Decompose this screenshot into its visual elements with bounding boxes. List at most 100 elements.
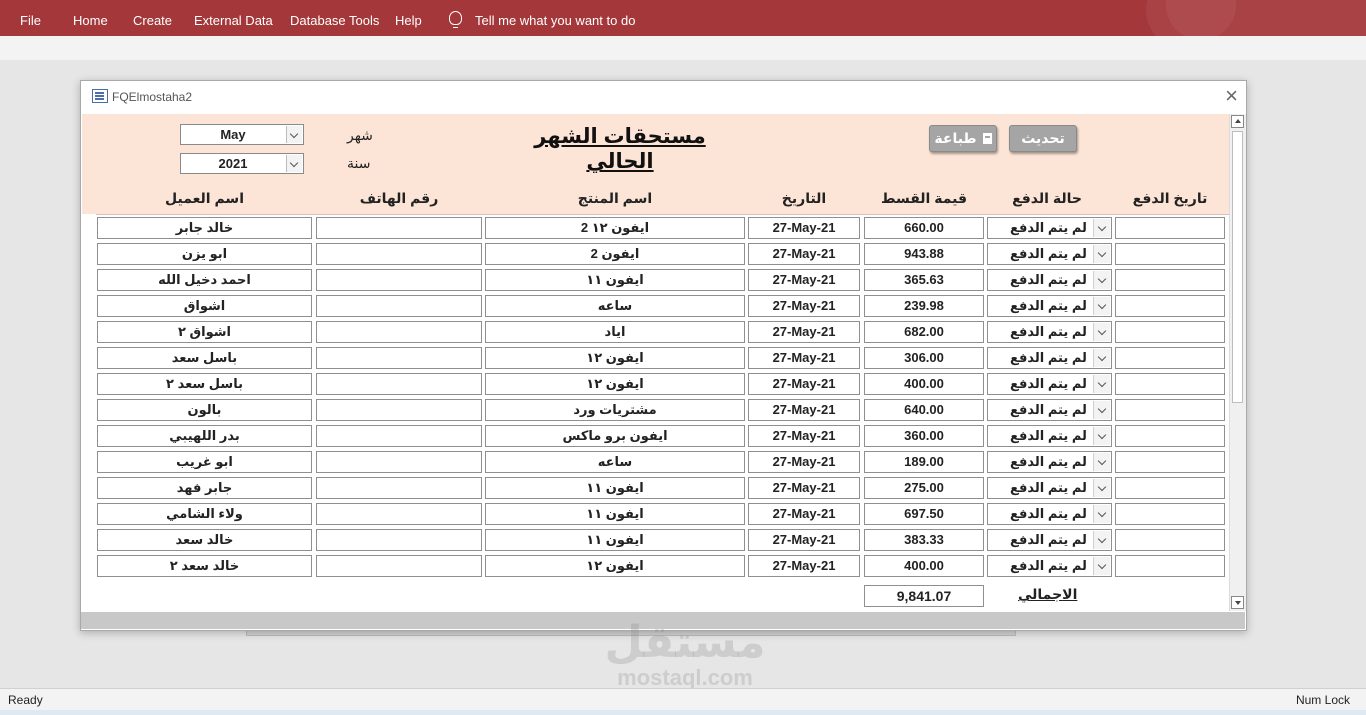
- tab-external-data[interactable]: External Data: [194, 13, 273, 28]
- phone-field[interactable]: [316, 529, 482, 551]
- payment-date-field[interactable]: [1115, 425, 1225, 447]
- product-field[interactable]: 2 ايفون: [485, 243, 745, 265]
- scroll-up-icon[interactable]: [1231, 115, 1244, 128]
- installment-field[interactable]: 383.33: [864, 529, 984, 551]
- customer-field[interactable]: احمد دخيل الله: [97, 269, 312, 291]
- installment-field[interactable]: 275.00: [864, 477, 984, 499]
- installment-field[interactable]: 660.00: [864, 217, 984, 239]
- chevron-down-icon[interactable]: [1093, 271, 1110, 289]
- installment-field[interactable]: 360.00: [864, 425, 984, 447]
- date-field[interactable]: 27-May-21: [748, 295, 860, 317]
- payment-status-combo[interactable]: لم يتم الدفع: [987, 321, 1112, 343]
- payment-date-field[interactable]: [1115, 321, 1225, 343]
- chevron-down-icon[interactable]: [286, 126, 302, 143]
- date-field[interactable]: 27-May-21: [748, 243, 860, 265]
- scroll-down-icon[interactable]: [1231, 596, 1244, 609]
- customer-field[interactable]: بالون: [97, 399, 312, 421]
- chevron-down-icon[interactable]: [1093, 375, 1110, 393]
- installment-field[interactable]: 682.00: [864, 321, 984, 343]
- customer-field[interactable]: باسل سعد: [97, 347, 312, 369]
- date-field[interactable]: 27-May-21: [748, 347, 860, 369]
- chevron-down-icon[interactable]: [1093, 401, 1110, 419]
- payment-status-combo[interactable]: لم يتم الدفع: [987, 399, 1112, 421]
- customer-field[interactable]: خالد جابر: [97, 217, 312, 239]
- date-field[interactable]: 27-May-21: [748, 477, 860, 499]
- payment-status-combo[interactable]: لم يتم الدفع: [987, 217, 1112, 239]
- product-field[interactable]: ايفون ١١: [485, 477, 745, 499]
- installment-field[interactable]: 365.63: [864, 269, 984, 291]
- payment-date-field[interactable]: [1115, 347, 1225, 369]
- date-field[interactable]: 27-May-21: [748, 373, 860, 395]
- payment-status-combo[interactable]: لم يتم الدفع: [987, 503, 1112, 525]
- product-field[interactable]: ايفون ١٢: [485, 347, 745, 369]
- date-field[interactable]: 27-May-21: [748, 425, 860, 447]
- payment-date-field[interactable]: [1115, 295, 1225, 317]
- customer-field[interactable]: جابر فهد: [97, 477, 312, 499]
- phone-field[interactable]: [316, 321, 482, 343]
- installment-field[interactable]: 400.00: [864, 373, 984, 395]
- date-field[interactable]: 27-May-21: [748, 503, 860, 525]
- year-combo[interactable]: 2021: [180, 153, 304, 174]
- product-field[interactable]: 2 ايفون ١٢: [485, 217, 745, 239]
- product-field[interactable]: ايفون ١١: [485, 503, 745, 525]
- payment-date-field[interactable]: [1115, 399, 1225, 421]
- date-field[interactable]: 27-May-21: [748, 217, 860, 239]
- chevron-down-icon[interactable]: [1093, 505, 1110, 523]
- payment-status-combo[interactable]: لم يتم الدفع: [987, 425, 1112, 447]
- phone-field[interactable]: [316, 373, 482, 395]
- phone-field[interactable]: [316, 269, 482, 291]
- customer-field[interactable]: ابو غريب: [97, 451, 312, 473]
- payment-status-combo[interactable]: لم يتم الدفع: [987, 529, 1112, 551]
- payment-status-combo[interactable]: لم يتم الدفع: [987, 373, 1112, 395]
- installment-field[interactable]: 697.50: [864, 503, 984, 525]
- refresh-button[interactable]: تحديث: [1009, 125, 1077, 152]
- customer-field[interactable]: خالد سعد ٢: [97, 555, 312, 577]
- product-field[interactable]: اياد: [485, 321, 745, 343]
- date-field[interactable]: 27-May-21: [748, 555, 860, 577]
- product-field[interactable]: ايفون ١١: [485, 529, 745, 551]
- product-field[interactable]: ايفون ١٢: [485, 555, 745, 577]
- tab-file[interactable]: File: [20, 13, 41, 28]
- phone-field[interactable]: [316, 295, 482, 317]
- customer-field[interactable]: بدر اللهيبي: [97, 425, 312, 447]
- customer-field[interactable]: اشواق: [97, 295, 312, 317]
- payment-date-field[interactable]: [1115, 269, 1225, 291]
- payment-date-field[interactable]: [1115, 503, 1225, 525]
- scrollbar-thumb[interactable]: [1232, 131, 1243, 403]
- phone-field[interactable]: [316, 425, 482, 447]
- installment-field[interactable]: 189.00: [864, 451, 984, 473]
- customer-field[interactable]: ابو يزن: [97, 243, 312, 265]
- date-field[interactable]: 27-May-21: [748, 529, 860, 551]
- installment-field[interactable]: 640.00: [864, 399, 984, 421]
- installment-field[interactable]: 400.00: [864, 555, 984, 577]
- chevron-down-icon[interactable]: [1093, 323, 1110, 341]
- payment-date-field[interactable]: [1115, 529, 1225, 551]
- product-field[interactable]: ساعه: [485, 295, 745, 317]
- date-field[interactable]: 27-May-21: [748, 269, 860, 291]
- product-field[interactable]: ساعه: [485, 451, 745, 473]
- date-field[interactable]: 27-May-21: [748, 451, 860, 473]
- chevron-down-icon[interactable]: [1093, 297, 1110, 315]
- chevron-down-icon[interactable]: [1093, 427, 1110, 445]
- payment-date-field[interactable]: [1115, 477, 1225, 499]
- payment-status-combo[interactable]: لم يتم الدفع: [987, 295, 1112, 317]
- phone-field[interactable]: [316, 451, 482, 473]
- product-field[interactable]: ايفون برو ماكس: [485, 425, 745, 447]
- customer-field[interactable]: اشواق ٢: [97, 321, 312, 343]
- date-field[interactable]: 27-May-21: [748, 321, 860, 343]
- vertical-scrollbar[interactable]: [1229, 114, 1246, 611]
- phone-field[interactable]: [316, 503, 482, 525]
- tab-database-tools[interactable]: Database Tools: [290, 13, 379, 28]
- chevron-down-icon[interactable]: [1093, 349, 1110, 367]
- installment-field[interactable]: 306.00: [864, 347, 984, 369]
- payment-date-field[interactable]: [1115, 555, 1225, 577]
- product-field[interactable]: ايفون ١١: [485, 269, 745, 291]
- phone-field[interactable]: [316, 217, 482, 239]
- chevron-down-icon[interactable]: [1093, 453, 1110, 471]
- payment-status-combo[interactable]: لم يتم الدفع: [987, 347, 1112, 369]
- phone-field[interactable]: [316, 347, 482, 369]
- customer-field[interactable]: خالد سعد: [97, 529, 312, 551]
- month-combo[interactable]: May: [180, 124, 304, 145]
- phone-field[interactable]: [316, 243, 482, 265]
- chevron-down-icon[interactable]: [1093, 531, 1110, 549]
